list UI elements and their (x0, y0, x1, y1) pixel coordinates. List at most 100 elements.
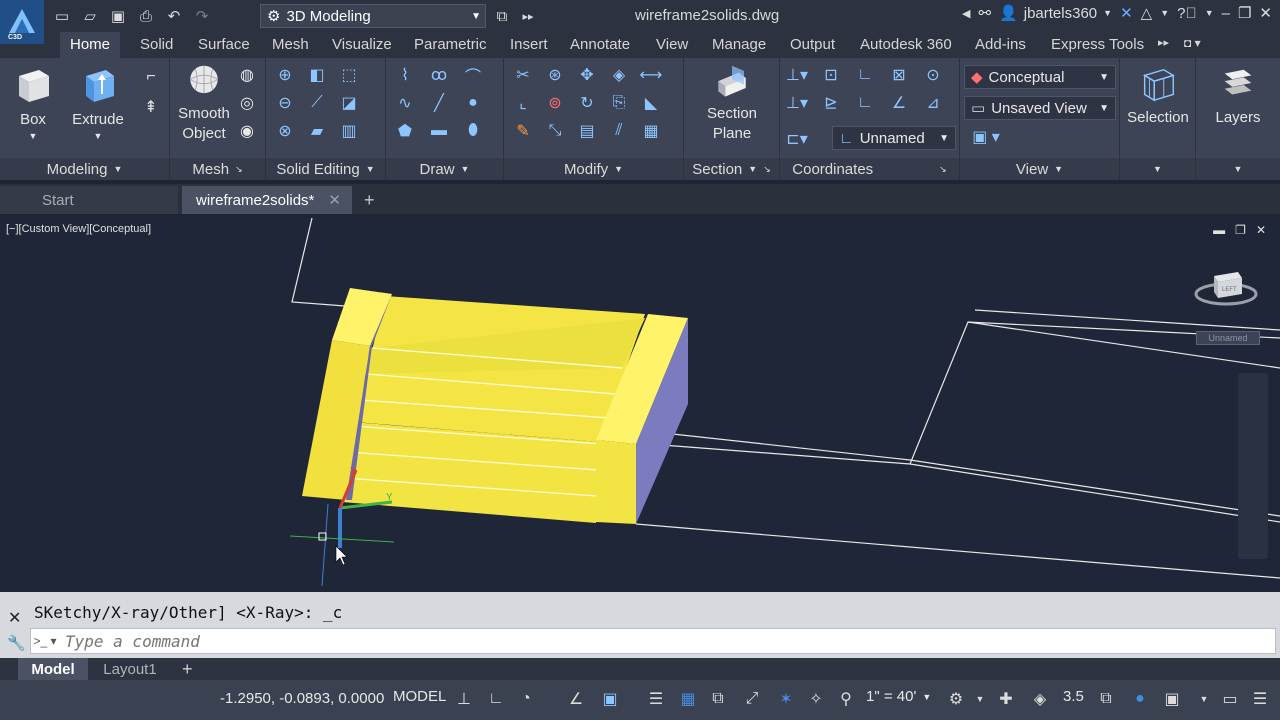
tab-add-ins[interactable]: Add-ins (975, 36, 1026, 53)
extract-edges-icon[interactable]: ⬚ (338, 64, 360, 86)
spline-icon[interactable]: ∿ (394, 92, 416, 114)
viewport-config-icon[interactable]: ▣ ▾ (966, 126, 1006, 148)
intersect-icon[interactable]: ⊗ (274, 120, 296, 142)
print-icon[interactable]: ⎙ (134, 4, 158, 28)
chevron-down-icon[interactable]: ▼ (1192, 688, 1216, 710)
ribbon-minimize-icon[interactable]: ◘ ▾ (1184, 36, 1201, 50)
ucs-world-icon[interactable]: ⊡ (820, 64, 842, 86)
ortho-icon[interactable]: ∟ (484, 688, 508, 710)
move-icon[interactable]: ✥ (576, 64, 598, 86)
ucs-origin-icon[interactable]: ∟ (854, 64, 876, 86)
dynamic-ucs-icon[interactable]: ✶ (774, 688, 798, 710)
ucs-z-icon[interactable]: ⊿ (922, 92, 944, 114)
autodesk-a360-icon[interactable]: △ (1141, 4, 1153, 22)
panel-title-section[interactable]: Section ▼ ↘ (684, 158, 779, 180)
named-ucs-dropdown[interactable]: ∟ Unnamed ▼ (832, 126, 956, 150)
tab-output[interactable]: Output (790, 36, 835, 53)
tab-view[interactable]: View (656, 36, 688, 53)
command-input-box[interactable]: >_ ▾ (30, 628, 1276, 654)
copy-icon[interactable]: ⎘ (608, 92, 630, 114)
box-button[interactable]: Box ▼ (10, 64, 56, 142)
extrude-faces-icon[interactable]: ◪ (338, 92, 360, 114)
section-plane-button[interactable]: Section Plane (698, 64, 766, 144)
binoculars-icon[interactable]: ⚯ (978, 4, 991, 22)
tab-model[interactable]: Model (18, 658, 88, 680)
workspace-dropdown[interactable]: ⚙ 3D Modeling ▼ (260, 4, 486, 28)
rotate-icon[interactable]: ↻ (576, 92, 598, 114)
helix-icon[interactable]: ꝏ (428, 64, 450, 86)
slice-icon[interactable]: ⟋ (306, 92, 328, 114)
ucs-previous-icon[interactable]: ⊵ (820, 92, 842, 114)
civil-3d-icon[interactable]: ◈ (1028, 688, 1052, 710)
extrude-button[interactable]: Extrude ▼ (68, 64, 128, 142)
3d-osnap-icon[interactable]: ⤢ (740, 688, 764, 710)
presspull-icon[interactable]: ⇞ (140, 96, 162, 118)
tab-start[interactable]: Start (0, 186, 178, 214)
user-account-menu[interactable]: 👤 jbartels360 ▼ (999, 4, 1112, 23)
tab-autodesk-360[interactable]: Autodesk 360 (860, 36, 952, 53)
ucs-x-icon[interactable]: ∟ (854, 92, 876, 114)
tab-express-tools[interactable]: Express Tools (1051, 36, 1144, 53)
tab-layout1[interactable]: Layout1 (92, 658, 168, 680)
solid-history-icon[interactable]: ◧ (306, 64, 328, 86)
panel-title-selection[interactable]: ▼ (1120, 158, 1195, 180)
clean-screen-icon[interactable]: ▣ (1160, 688, 1184, 710)
layers-button[interactable]: Layers (1206, 64, 1270, 128)
lineweight-icon[interactable]: ☰ (644, 688, 668, 710)
auto-scale-icon[interactable]: ⚲ (834, 688, 858, 710)
align-icon[interactable]: ⟷ (640, 64, 663, 86)
more-tabs-icon[interactable]: ▸▸ (1158, 36, 1169, 49)
polygon-icon[interactable]: ⬟ (394, 120, 416, 142)
close-icon[interactable]: ✕ (1256, 223, 1266, 237)
tab-drawing[interactable]: wireframe2solids* ✕ (182, 186, 352, 214)
polysolid-icon[interactable]: ⌐ (140, 66, 162, 88)
redo-icon[interactable]: ↷ (190, 4, 214, 28)
chevron-down-icon[interactable]: ▼ (968, 688, 992, 710)
3d-move-gizmo-icon[interactable]: ⊛ (544, 64, 566, 86)
close-icon[interactable]: ✕ (1259, 4, 1272, 22)
minimize-icon[interactable]: – (1222, 5, 1230, 22)
tab-visualize[interactable]: Visualize (332, 36, 392, 53)
viewcube[interactable]: LEFT (1194, 272, 1258, 306)
annotation-scale-dropdown[interactable]: 1" = 40' ▼ (866, 688, 931, 705)
ucs-face-icon[interactable]: ⊥▾ (786, 92, 808, 114)
mirror-3d-icon[interactable]: ◈ (608, 64, 630, 86)
tab-annotate[interactable]: Annotate (570, 36, 630, 53)
rectangle-icon[interactable]: ▬ (428, 120, 450, 142)
model-canvas[interactable]: Y X LEFT (0, 218, 1280, 590)
subtract-icon[interactable]: ⊖ (274, 92, 296, 114)
array-icon[interactable]: ▦ (640, 120, 662, 142)
tab-mesh[interactable]: Mesh (272, 36, 309, 53)
panel-title-modify[interactable]: Modify ▼ (504, 158, 683, 180)
new-file-icon[interactable]: ▭ (50, 4, 74, 28)
expand-toolbar-icon[interactable]: ▸▸ (516, 4, 540, 28)
fillet-icon[interactable]: ⌞ (512, 92, 534, 114)
command-input[interactable] (65, 631, 1165, 651)
hardware-acceleration-icon[interactable]: ● (1128, 688, 1152, 710)
coordinate-readout[interactable]: -1.2950, -0.0893, 0.0000 (220, 690, 384, 707)
panel-title-layers[interactable]: ▼ (1196, 158, 1280, 180)
help-icon[interactable]: ?⃝ (1177, 5, 1197, 22)
smooth-object-button[interactable]: Smooth Object (174, 64, 234, 144)
stretch-icon[interactable]: ▤ (576, 120, 598, 142)
close-icon[interactable]: ✕ (328, 191, 341, 209)
union-icon[interactable]: ⊕ (274, 64, 296, 86)
ucs-icon-toggle[interactable]: ⊏▾ (786, 128, 808, 150)
add-layout-button[interactable]: + (182, 658, 193, 680)
ucs-y-icon[interactable]: ∠ (888, 92, 910, 114)
undo-icon[interactable]: ↶ (162, 4, 186, 28)
ucs-3point-icon[interactable]: ⊠ (888, 64, 910, 86)
line-icon[interactable]: ╱ (428, 92, 450, 114)
tab-home[interactable]: Home (60, 32, 121, 59)
restore-icon[interactable]: ❐ (1238, 4, 1251, 22)
transparency-icon[interactable]: ▦ (676, 688, 700, 710)
visual-style-dropdown[interactable]: ◆ Conceptual ▼ (964, 65, 1116, 89)
mesh-smooth-more-icon[interactable]: ◎ (236, 92, 258, 114)
3d-rotate-icon[interactable]: ⊚ (544, 92, 566, 114)
close-icon[interactable]: ✕ (8, 608, 21, 628)
tab-insert[interactable]: Insert (510, 36, 548, 53)
navigation-bar[interactable] (1238, 373, 1268, 559)
panel-title-draw[interactable]: Draw ▼ (386, 158, 503, 180)
workspace-switching-icon[interactable]: ⚙ (944, 688, 968, 710)
drawing-viewport[interactable]: Y X LEFT [−][Custom View][Conceptual] ▬ (0, 218, 1280, 590)
